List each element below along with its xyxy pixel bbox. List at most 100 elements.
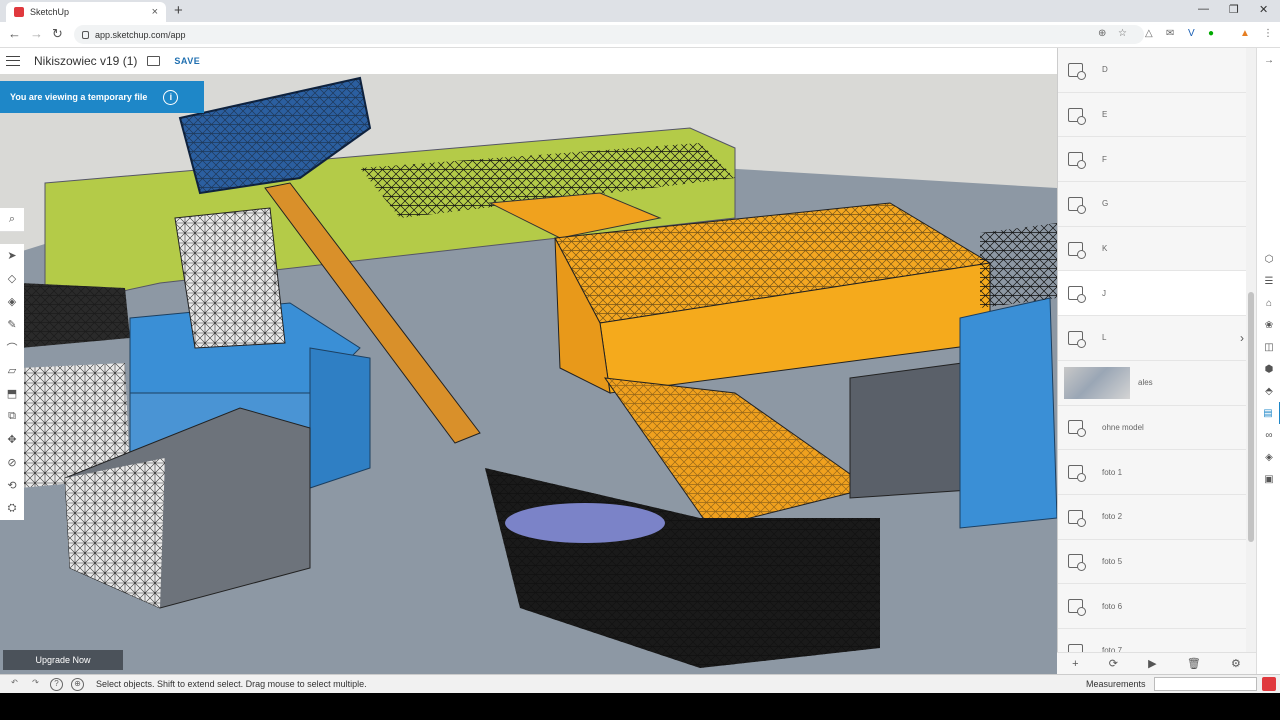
app-header: Nikiszowiec v19 (1) SAVE [0,48,1057,74]
search-icon[interactable]: ⌕ [0,208,24,232]
layers-icon[interactable]: ⬢ [1257,358,1280,380]
globe-icon[interactable]: ⊕ [71,677,84,691]
scene-item[interactable]: ohne model [1058,406,1256,451]
pencil-icon[interactable]: ✎ [0,313,24,336]
scene-item[interactable]: G [1058,182,1256,227]
address-bar[interactable]: app.sketchup.com/app [74,25,1144,44]
measurements-input[interactable] [1154,677,1257,691]
save-button[interactable]: SAVE [174,56,200,66]
scenes-icon[interactable]: ▤ [1257,402,1280,424]
info-icon[interactable]: i [163,89,179,105]
scenes-scrollbar[interactable] [1246,48,1256,674]
delete-icon[interactable]: 🗑 [1187,657,1201,670]
tab-title: SketchUp [30,7,70,17]
scene-item[interactable]: foto 5 [1058,540,1256,585]
back-arrow-icon[interactable]: ← [8,26,21,41]
scene-label: D [1102,65,1108,75]
update-scene-icon[interactable]: ⟳ [1109,657,1118,670]
scene-item[interactable]: foto 6 [1058,584,1256,629]
help-icon[interactable]: ? [50,677,63,691]
scene-item[interactable]: E [1058,93,1256,138]
status-bar: ↶ ↷ ? ⊕ Select objects. Shift to extend … [0,674,1280,693]
move-icon[interactable]: ✥ [0,428,24,451]
scene-item[interactable]: F [1058,137,1256,183]
rectangle-icon[interactable]: ▱ [0,359,24,382]
reload-icon[interactable]: ↻ [52,26,63,42]
undo-icon[interactable]: ↶ [8,678,21,691]
drive-icon[interactable]: △ [1145,28,1153,39]
chrome-menu-icon[interactable]: ⋮ [1263,28,1273,39]
scrollbar-thumb[interactable] [1248,292,1254,542]
scene-label: foto 2 [1102,512,1123,522]
scene-label: foto 6 [1102,601,1123,611]
menu-icon[interactable] [6,56,20,66]
tab-close-icon[interactable]: × [152,6,158,18]
select-arrow-icon[interactable]: ➤ [0,244,24,267]
settings-gear-icon[interactable]: ⚙ [1231,657,1241,670]
forward-arrow-icon[interactable]: → [30,26,43,41]
entity-info-icon[interactable]: ⬡ [1257,248,1280,270]
walk-icon[interactable]: ⛭ [0,497,24,520]
restore-button[interactable]: ❐ [1229,3,1239,16]
folder-icon[interactable] [147,56,161,66]
browser-tab[interactable]: SketchUp × [6,2,166,22]
add-scene-icon[interactable]: + [1072,658,1078,670]
vue-extension-icon[interactable]: V [1188,28,1195,39]
url-text: app.sketchup.com/app [95,29,186,40]
status-hint: Select objects. Shift to extend select. … [96,679,367,689]
model-viewport[interactable] [0,48,1057,674]
arc-icon[interactable]: ⌒ [0,336,24,359]
scene-item-active[interactable]: J [1058,271,1256,317]
close-window-button[interactable]: ✕ [1259,3,1268,16]
scene-label: foto 5 [1102,556,1123,566]
scene-label: ohne model [1102,422,1144,432]
scene-item[interactable]: D [1058,48,1256,93]
outliner-icon[interactable]: ☰ [1257,270,1280,292]
sketchup-favicon-icon [14,7,24,17]
tape-measure-icon[interactable]: ⊘ [0,451,24,474]
eraser-icon[interactable]: ◇ [0,267,24,290]
app-window: SketchUp × + — ❐ ✕ ← → ↻ app.sketchup.co… [0,0,1280,720]
grammarly-icon[interactable]: ● [1208,28,1214,39]
model-render[interactable] [0,48,1057,674]
tags-icon[interactable]: ⬘ [1257,380,1280,402]
scene-item[interactable]: foto 2 [1058,495,1256,540]
temporary-file-banner: You are viewing a temporary file i [0,81,204,113]
banner-text: You are viewing a temporary file [10,92,148,102]
play-icon[interactable]: ▶ [1148,657,1156,670]
scene-label: J [1102,288,1106,298]
scene-label: ales [1138,378,1153,388]
collapse-panel-arrow-icon[interactable]: → [1257,48,1280,72]
redo-icon[interactable]: ↷ [29,678,42,691]
scene-item[interactable]: ales [1058,361,1256,406]
solar-icon[interactable]: ▣ [1257,468,1280,490]
extension-icon[interactable]: ✉ [1166,28,1174,39]
styles-icon[interactable]: ◫ [1257,336,1280,358]
right-blue-tower [959,297,1057,529]
target-icon[interactable]: ⊕ [1098,28,1106,39]
orbit-icon[interactable]: ⟲ [0,474,24,497]
components-icon[interactable]: ⌂ [1257,292,1280,314]
upgrade-now-button[interactable]: Upgrade Now [3,650,123,670]
materials-icon[interactable]: ❀ [1257,314,1280,336]
blue-building-side [309,347,371,489]
right-panel-rail: → ⬡ ☰ ⌂ ❀ ◫ ⬢ ⬘ ▤ ∞ ◈ ▣ [1256,48,1280,674]
chevron-right-icon[interactable]: › [1240,331,1244,345]
bookmark-star-icon[interactable]: ☆ [1118,28,1127,39]
push-pull-icon[interactable]: ⬒ [0,382,24,405]
file-name[interactable]: Nikiszowiec v19 (1) [34,54,137,68]
paint-bucket-icon[interactable]: ◈ [0,290,24,313]
display-icon[interactable]: ∞ [1257,424,1280,446]
scene-item[interactable]: foto 1 [1058,450,1256,495]
new-tab-button[interactable]: + [174,2,183,19]
browser-tab-bar: SketchUp × + — ❐ ✕ [0,0,1280,22]
offset-icon[interactable]: ⧉ [0,405,24,428]
shadow-icon[interactable]: ◈ [1257,446,1280,468]
fox-extension-icon[interactable]: ▲ [1240,28,1250,39]
scene-item[interactable]: L › [1058,316,1256,361]
scene-camera-icon [1068,420,1086,438]
scene-item[interactable]: K [1058,227,1256,272]
water-pool [505,503,665,543]
minimize-button[interactable]: — [1198,3,1209,15]
scene-thumbnail [1064,366,1130,399]
